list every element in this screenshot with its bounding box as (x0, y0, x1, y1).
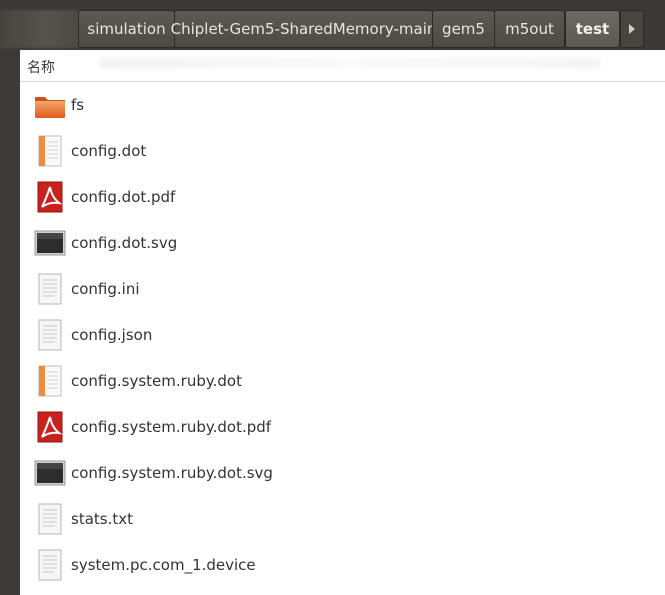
arrow-right-icon (629, 24, 635, 34)
file-row[interactable]: config.ini (20, 266, 665, 312)
file-name: system.pc.com_1.device (71, 556, 256, 574)
file-row[interactable]: config.system.ruby.dot.pdf (20, 404, 665, 450)
file-row[interactable]: config.system.ruby.dot.svg (20, 450, 665, 496)
pdf-icon (37, 411, 63, 443)
crumb-chiplet[interactable]: Chiplet-Gem5-SharedMemory-main (171, 10, 436, 48)
text-file-icon (38, 549, 62, 581)
file-name: stats.txt (71, 510, 133, 528)
file-list: 名称 fs config.dot config.dot.pdf config.d… (20, 50, 665, 595)
file-name: config.json (71, 326, 153, 344)
file-name: config.dot.pdf (71, 188, 176, 206)
file-name: config.system.ruby.dot.pdf (71, 418, 272, 436)
crumb-test[interactable]: test (565, 10, 620, 48)
file-name: config.dot (71, 142, 147, 160)
pdf-icon (37, 181, 63, 213)
crumb-m5out[interactable]: m5out (494, 10, 565, 48)
crumb-gem5[interactable]: gem5 (432, 10, 495, 48)
file-row[interactable]: system.pc.com_1.device (20, 542, 665, 588)
image-icon (34, 460, 66, 486)
image-icon (34, 230, 66, 256)
text-orange-icon (38, 365, 62, 397)
column-header[interactable]: 名称 (20, 50, 665, 82)
file-row[interactable]: config.system.ruby.dot (20, 358, 665, 404)
text-file-icon (38, 503, 62, 535)
text-file-icon (38, 273, 62, 305)
file-row[interactable]: config.dot.pdf (20, 174, 665, 220)
file-row[interactable]: config.json (20, 312, 665, 358)
crumb-scroll-right-button[interactable] (620, 10, 644, 48)
column-header-blur (100, 58, 600, 68)
crumb-simulation[interactable]: simulation (78, 10, 175, 48)
file-name: config.system.ruby.dot.svg (71, 464, 273, 482)
text-orange-icon (38, 135, 62, 167)
file-row[interactable]: stats.txt (20, 496, 665, 542)
path-bar: simulation Chiplet-Gem5-SharedMemory-mai… (0, 0, 665, 56)
file-name: config.ini (71, 280, 140, 298)
column-name-label: 名称 (27, 60, 55, 76)
file-name: config.dot.svg (71, 234, 178, 252)
crumb-obscured[interactable] (0, 10, 80, 48)
file-row[interactable]: fs (20, 82, 665, 128)
file-row[interactable]: config.dot.svg (20, 220, 665, 266)
text-file-icon (38, 319, 62, 351)
file-name: config.system.ruby.dot (71, 372, 242, 390)
file-row[interactable]: config.dot (20, 128, 665, 174)
folder-icon (35, 97, 65, 118)
file-name: fs (71, 96, 85, 114)
